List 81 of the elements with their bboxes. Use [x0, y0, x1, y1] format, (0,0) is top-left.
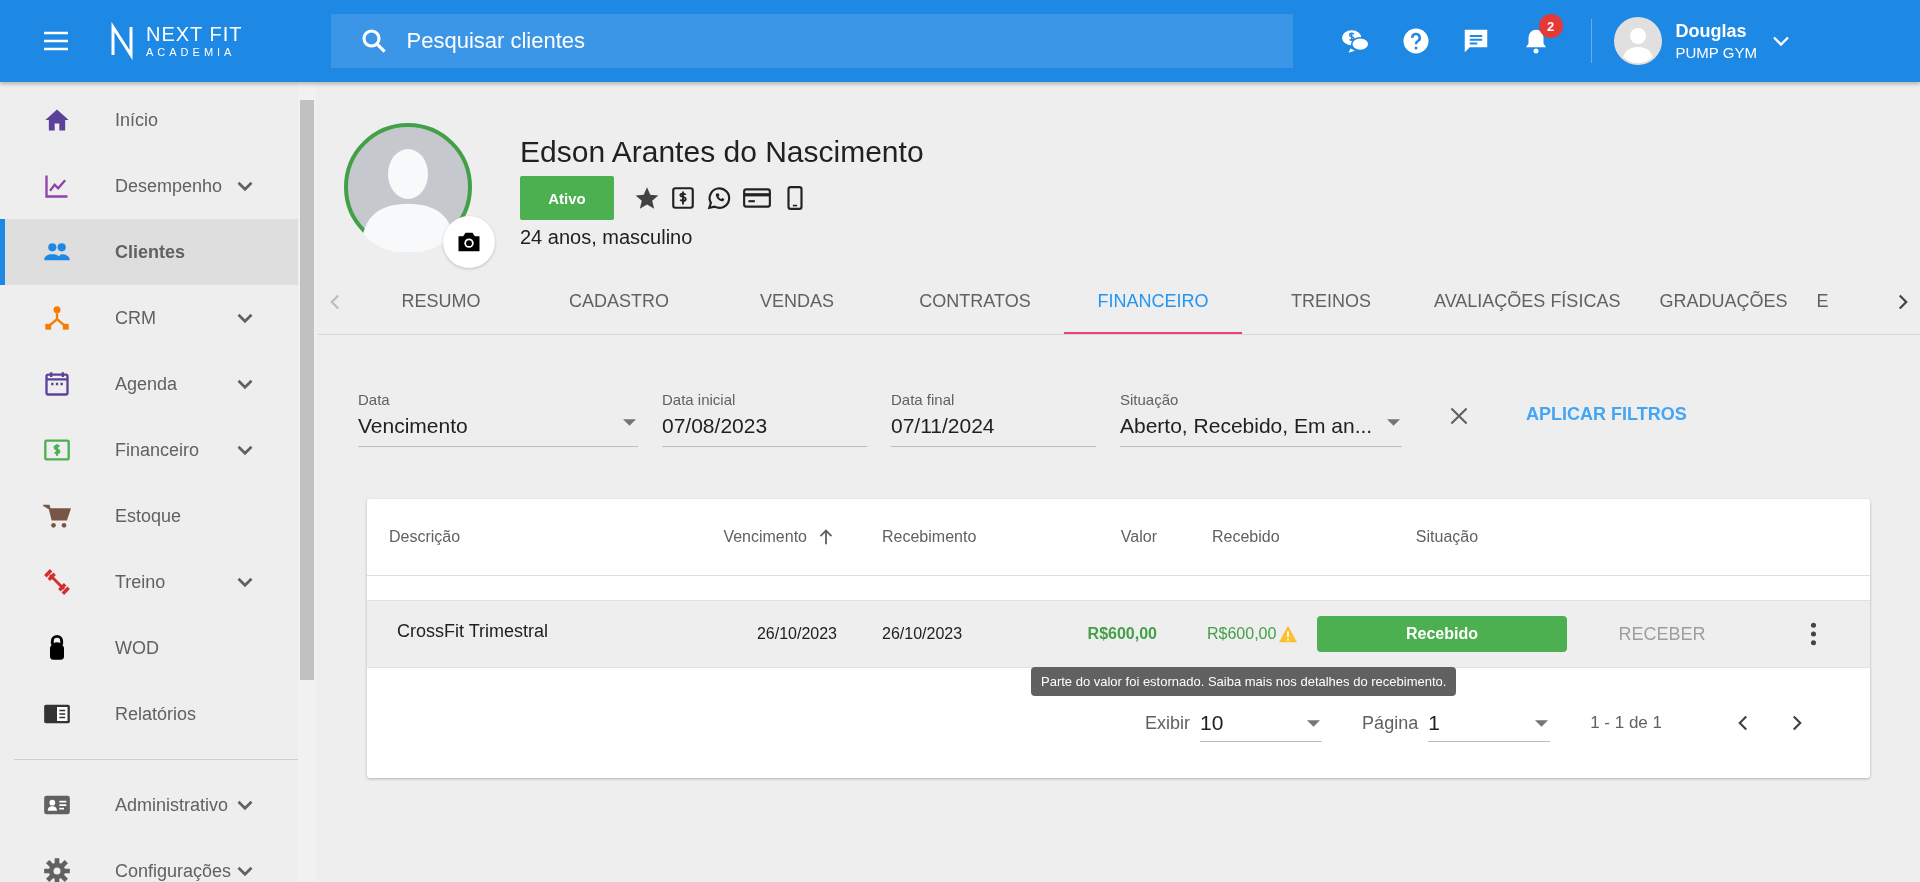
- tab[interactable]: TREINOS: [1242, 270, 1420, 334]
- page-range: 1 - 1 de 1: [1590, 713, 1662, 733]
- sidebar-item[interactable]: Financeiro: [0, 417, 298, 483]
- caret-icon: [1307, 719, 1321, 727]
- filter-field[interactable]: Data final 07/11/2024: [891, 391, 1096, 447]
- tab[interactable]: RESUMO: [352, 270, 530, 334]
- column-header[interactable]: Recebido: [1157, 528, 1327, 546]
- tooltip: Parte do valor foi estornado. Saiba mais nos detalhes do recebimento.: [1031, 667, 1457, 696]
- sidebar-label: Clientes: [115, 241, 186, 263]
- table-cell-text: 26/10/2023: [881, 625, 964, 643]
- sidebar-item[interactable]: Treino: [0, 549, 298, 615]
- credit-card-icon[interactable]: [742, 185, 772, 211]
- tab[interactable]: CONTRATOS: [886, 270, 1064, 334]
- tab[interactable]: E: [1812, 270, 1833, 334]
- gym-name: PUMP GYM: [1675, 44, 1757, 61]
- filter-field[interactable]: Data Vencimento: [358, 391, 638, 447]
- tab[interactable]: VENDAS: [708, 270, 886, 334]
- table-cell-text: CrossFit Trimestral: [396, 620, 549, 642]
- sidebar-item[interactable]: Clientes: [0, 219, 298, 285]
- avatar-icon: [343, 122, 473, 252]
- calendar-icon: [43, 370, 71, 398]
- tab[interactable]: AVALIAÇÕES FÍSICAS: [1420, 270, 1635, 334]
- sidebar-item[interactable]: Estoque: [0, 483, 298, 549]
- sidebar-item[interactable]: Configurações: [0, 838, 298, 882]
- network-icon: [43, 304, 71, 332]
- sidebar-item[interactable]: WOD: [0, 615, 298, 681]
- tab[interactable]: GRADUAÇÕES: [1634, 270, 1813, 334]
- sidebar-item[interactable]: Desempenho: [0, 153, 298, 219]
- brand-name: NEXT FIT: [146, 24, 243, 44]
- status-badge: Ativo: [520, 176, 614, 220]
- dollar-icon[interactable]: [670, 185, 696, 211]
- sidebar-label: Relatórios: [115, 703, 197, 725]
- more-icon[interactable]: [1810, 622, 1817, 646]
- whatsapp-icon[interactable]: [706, 185, 732, 211]
- page-size-label: Exibir: [1145, 712, 1191, 734]
- column-header[interactable]: Descrição: [367, 528, 647, 546]
- table-row[interactable]: CrossFit Trimestral 26/10/2023 26/10/2023 R$600,00 R$600,00 Recebido RECEBER: [367, 601, 1870, 668]
- sidebar-item[interactable]: Agenda: [0, 351, 298, 417]
- sidebar-item[interactable]: Administrativo: [0, 772, 298, 838]
- sidebar-label: Configurações: [115, 860, 232, 882]
- caret-icon: [623, 419, 636, 426]
- sidebar-label: Treino: [115, 571, 166, 593]
- column-header[interactable]: Recebimento: [837, 528, 1007, 546]
- column-header[interactable]: Situação: [1327, 528, 1567, 546]
- sidebar-label: Financeiro: [115, 439, 200, 461]
- sidebar-label: Desempenho: [115, 175, 223, 197]
- page-label: Página: [1362, 712, 1419, 734]
- sidebar-item[interactable]: CRM: [0, 285, 298, 351]
- brand-subtitle: ACADEMIA: [146, 47, 237, 58]
- table-cell-text: R$600,00: [1086, 625, 1157, 643]
- camera-button[interactable]: [443, 216, 495, 268]
- search-field[interactable]: Pesquisar clientes: [330, 14, 1293, 68]
- notification-badge: 2: [1538, 14, 1563, 38]
- avatar-icon[interactable]: [1613, 17, 1662, 65]
- page-select[interactable]: 1: [1428, 704, 1551, 742]
- column-header[interactable]: Vencimento: [647, 526, 837, 548]
- client-details: 24 anos, masculino: [520, 226, 694, 249]
- page-size-select[interactable]: 10: [1200, 704, 1323, 742]
- table-cell: R$600,00: [1207, 625, 1277, 643]
- sidebar-label: Agenda: [115, 373, 178, 395]
- sidebar-item[interactable]: Relatórios: [0, 681, 298, 747]
- sidebar-label: CRM: [115, 307, 156, 329]
- sidebar-label: Administrativo: [115, 794, 229, 816]
- user-name: Douglas: [1675, 21, 1748, 42]
- table-cell-text: 26/10/2023: [755, 625, 837, 643]
- logo-icon: [110, 22, 134, 60]
- column-header[interactable]: Valor: [1007, 528, 1157, 546]
- filter-field[interactable]: Data inicial 07/08/2023: [662, 391, 867, 447]
- dumbbell-icon: [43, 568, 71, 596]
- cart-icon: [43, 502, 71, 530]
- tab[interactable]: CADASTRO: [530, 270, 708, 334]
- star-icon[interactable]: [634, 185, 660, 211]
- sidebar-label: Estoque: [115, 505, 182, 527]
- caret-icon: [1387, 419, 1400, 426]
- sidebar-label: WOD: [115, 637, 159, 659]
- client-name: Edson Arantes do Nascimento: [520, 134, 924, 170]
- sidebar-label: Início: [115, 109, 159, 131]
- caret-icon: [1535, 719, 1549, 727]
- filter-field[interactable]: Situação Aberto, Recebido, Em an...: [1120, 391, 1402, 447]
- status-badge: Recebido: [1317, 616, 1567, 652]
- sidebar-item[interactable]: Início: [0, 87, 298, 153]
